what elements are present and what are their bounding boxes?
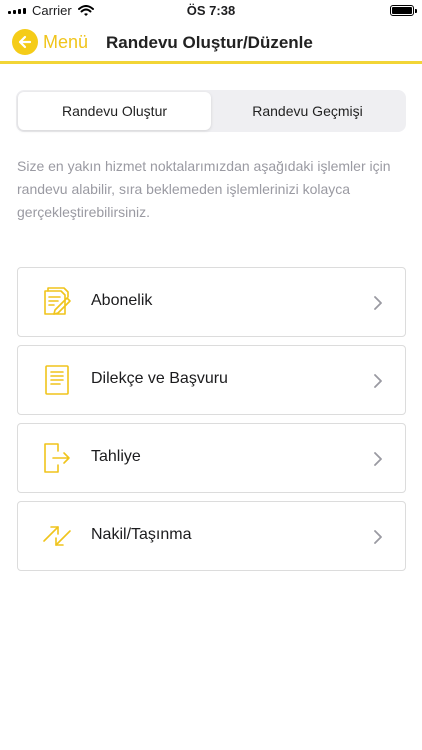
status-time: ÖS 7:38 (186, 3, 236, 18)
chevron-right-icon (374, 530, 382, 544)
segmented-control: Randevu Oluştur Randevu Geçmişi (16, 90, 406, 132)
menu-item-label: Nakil/Taşınma (91, 526, 192, 543)
nav-bar: Menü Randevu Oluştur/Düzenle (0, 22, 422, 64)
status-bar: Carrier ÖS 7:38 (0, 0, 422, 22)
battery-icon (390, 5, 417, 16)
menu-item-nakil-tasinma[interactable]: Nakil/Taşınma (17, 501, 406, 571)
menu-item-label: Tahliye (91, 448, 141, 465)
menu-item-tahliye[interactable]: Tahliye (17, 423, 406, 493)
menu-item-label: Abonelik (91, 292, 153, 309)
exit-icon (44, 443, 70, 473)
menu-item-dilekce-basvuru[interactable]: Dilekçe ve Başvuru (17, 345, 406, 415)
chevron-right-icon (374, 374, 382, 388)
chevron-right-icon (374, 296, 382, 310)
menu-item-label: Dilekçe ve Başvuru (91, 370, 228, 387)
tab-randevu-olustur[interactable]: Randevu Oluştur (18, 92, 211, 130)
menu-item-abonelik[interactable]: Abonelik (17, 267, 406, 337)
description-text: Size en yakın hizmet noktalarımızdan aşa… (17, 158, 391, 220)
back-label: Menü (43, 31, 89, 52)
contract-pen-icon (44, 287, 71, 315)
chevron-right-icon (374, 452, 382, 466)
document-icon (45, 365, 69, 395)
appointment-type-list: Abonelik Dilekçe ve Başvuru Tahliye Naki… (17, 267, 406, 579)
page-title: Randevu Oluştur/Düzenle (106, 33, 313, 52)
tab-randevu-gecmisi[interactable]: Randevu Geçmişi (211, 92, 404, 130)
back-button[interactable]: Menü (12, 29, 88, 55)
transfer-arrows-icon (43, 526, 71, 546)
back-arrow-icon (12, 29, 38, 55)
